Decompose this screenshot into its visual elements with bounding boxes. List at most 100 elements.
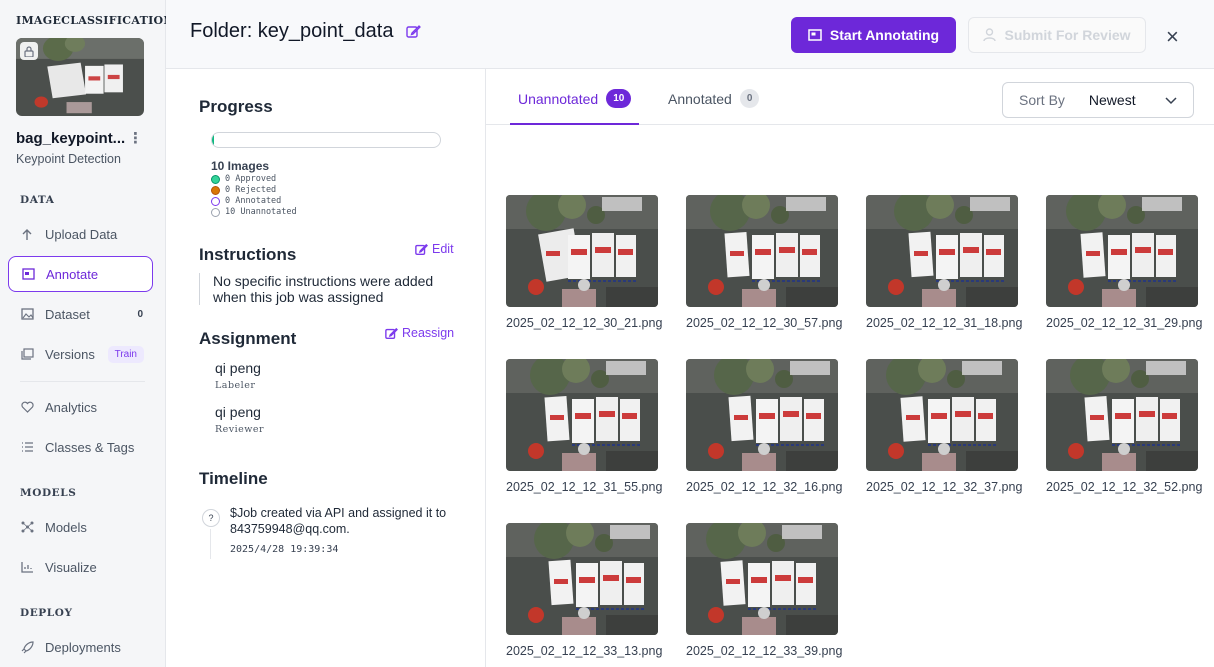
thumbnail-image	[686, 359, 838, 471]
timeline-line	[210, 529, 211, 559]
rejected-dot	[211, 186, 220, 195]
sidebar-item-deployments[interactable]: Deployments	[8, 629, 153, 665]
start-annotating-button[interactable]: Start Annotating	[791, 17, 956, 53]
reassign-link[interactable]: Reassign	[385, 326, 454, 340]
user-icon	[983, 28, 997, 42]
annotated-count-badge: 0	[739, 89, 760, 108]
image-thumbnail[interactable]	[686, 359, 838, 471]
thumbnail-image	[506, 523, 658, 635]
thumbnail-image	[686, 523, 838, 635]
tab-label: Unannotated	[518, 91, 599, 107]
reassign-label: Reassign	[402, 326, 455, 340]
thumbnail-image	[506, 195, 658, 307]
image-thumbnail[interactable]	[686, 523, 838, 635]
sort-label: Sort By	[1019, 92, 1065, 108]
sidebar-item-classes-tags[interactable]: Classes & Tags	[8, 429, 153, 465]
more-options-icon[interactable]: ⋮	[128, 129, 143, 147]
sidebar: IMAGECLASSIFICATION bag_keypoint... ⋮ Ke…	[0, 0, 173, 667]
sidebar-item-label: Visualize	[45, 559, 97, 575]
thumbnail-image	[686, 195, 838, 307]
progress-fill	[212, 133, 215, 147]
sidebar-item-label: Upload Data	[45, 226, 118, 242]
image-card[interactable]: 2025_02_12_12_30_57.png	[686, 195, 843, 330]
image-filename: 2025_02_12_12_31_55.png	[506, 480, 663, 494]
image-card[interactable]: 2025_02_12_12_32_52.png	[1046, 359, 1202, 494]
labeler-role: Labeler	[215, 380, 256, 391]
project-thumbnail[interactable]	[16, 38, 144, 116]
legend-approved: 0 Approved	[211, 174, 297, 185]
models-icon	[20, 520, 34, 534]
sort-select[interactable]: Sort By Newest	[1002, 82, 1194, 118]
legend-label: 0 Rejected	[225, 185, 277, 195]
job-details-panel: Progress 10 Images 0 Approved 0 Rejected…	[166, 69, 486, 667]
image-thumbnail[interactable]	[506, 195, 658, 307]
close-icon[interactable]: ×	[1166, 24, 1179, 50]
edit-icon	[415, 243, 428, 255]
assignment-heading: Assignment	[199, 329, 297, 348]
legend-rejected: 0 Rejected	[211, 185, 297, 196]
sidebar-item-label: Analytics	[45, 399, 98, 415]
sidebar-divider	[20, 381, 145, 382]
image-card[interactable]: 2025_02_12_12_31_55.png	[506, 359, 663, 494]
start-annotating-label: Start Annotating	[829, 27, 940, 43]
images-count: 10 Images	[211, 159, 270, 173]
image-filename: 2025_02_12_12_31_18.png	[866, 316, 1023, 330]
rocket-icon	[20, 640, 34, 654]
legend-label: 0 Approved	[225, 174, 277, 184]
image-filename: 2025_02_12_12_32_37.png	[866, 480, 1023, 494]
image-card[interactable]: 2025_02_12_12_32_37.png	[866, 359, 1023, 494]
image-thumbnail[interactable]	[506, 359, 658, 471]
reviewer-name: qi peng	[215, 404, 261, 420]
sidebar-item-models[interactable]: Models	[8, 509, 153, 545]
sidebar-item-annotate[interactable]: Annotate	[8, 256, 153, 292]
image-thumbnail[interactable]	[866, 195, 1018, 307]
sidebar-item-dataset[interactable]: Dataset 0	[8, 296, 153, 332]
tab-annotated[interactable]: Annotated 0	[660, 89, 767, 125]
image-filename: 2025_02_12_12_33_13.png	[506, 644, 663, 658]
chevron-down-icon	[1165, 91, 1177, 112]
sidebar-item-versions[interactable]: Versions Train	[8, 336, 153, 372]
image-card[interactable]: 2025_02_12_12_33_13.png	[506, 523, 663, 658]
sidebar-item-analytics[interactable]: Analytics	[8, 389, 153, 425]
edit-instructions-link[interactable]: Edit	[415, 242, 454, 256]
image-filename: 2025_02_12_12_33_39.png	[686, 644, 843, 658]
image-tabs-bar: Unannotated 10 Annotated 0 Sort By Newes…	[486, 69, 1214, 125]
image-thumbnail[interactable]	[866, 359, 1018, 471]
image-thumbnail[interactable]	[506, 523, 658, 635]
progress-heading: Progress	[199, 97, 273, 116]
question-icon: ?	[202, 509, 220, 527]
edit-title-icon[interactable]	[406, 24, 421, 44]
image-thumbnail[interactable]	[686, 195, 838, 307]
tab-unannotated[interactable]: Unannotated 10	[510, 89, 640, 125]
sidebar-item-visualize[interactable]: Visualize	[8, 549, 153, 585]
unannotated-dot	[211, 208, 220, 217]
sidebar-item-upload-data[interactable]: Upload Data	[8, 216, 153, 252]
image-card[interactable]: 2025_02_12_12_32_16.png	[686, 359, 842, 494]
submit-for-review-button[interactable]: Submit For Review	[968, 17, 1146, 53]
timeline-event-text: $Job created via API and assigned it to …	[230, 506, 447, 536]
section-data: DATA	[20, 194, 55, 206]
sort-value: Newest	[1088, 92, 1136, 108]
sidebar-item-label: Models	[45, 519, 87, 535]
sidebar-item-label: Classes & Tags	[45, 439, 135, 455]
labeler-name: qi peng	[215, 360, 261, 376]
annotate-icon	[808, 29, 822, 41]
image-card[interactable]: 2025_02_12_12_30_21.png	[506, 195, 663, 330]
chart-icon	[20, 560, 34, 574]
tab-label: Annotated	[668, 91, 732, 107]
annotated-dot	[211, 197, 220, 206]
image-card[interactable]: 2025_02_12_12_31_29.png	[1046, 195, 1202, 330]
thumbnail-image	[506, 359, 658, 471]
section-models: MODELS	[20, 487, 77, 499]
image-card[interactable]: 2025_02_12_12_33_39.png	[686, 523, 843, 658]
instructions-heading: Instructions	[199, 245, 297, 264]
image-card[interactable]: 2025_02_12_12_31_18.png	[866, 195, 1023, 330]
list-icon	[20, 440, 34, 454]
image-filename: 2025_02_12_12_30_57.png	[686, 316, 843, 330]
legend-label: 0 Annotated	[225, 196, 282, 206]
reviewer-role: Reviewer	[215, 424, 265, 435]
image-thumbnail[interactable]	[1046, 359, 1198, 471]
image-filename: 2025_02_12_12_30_21.png	[506, 316, 663, 330]
image-thumbnail[interactable]	[1046, 195, 1198, 307]
thumbnail-image	[1046, 359, 1198, 471]
